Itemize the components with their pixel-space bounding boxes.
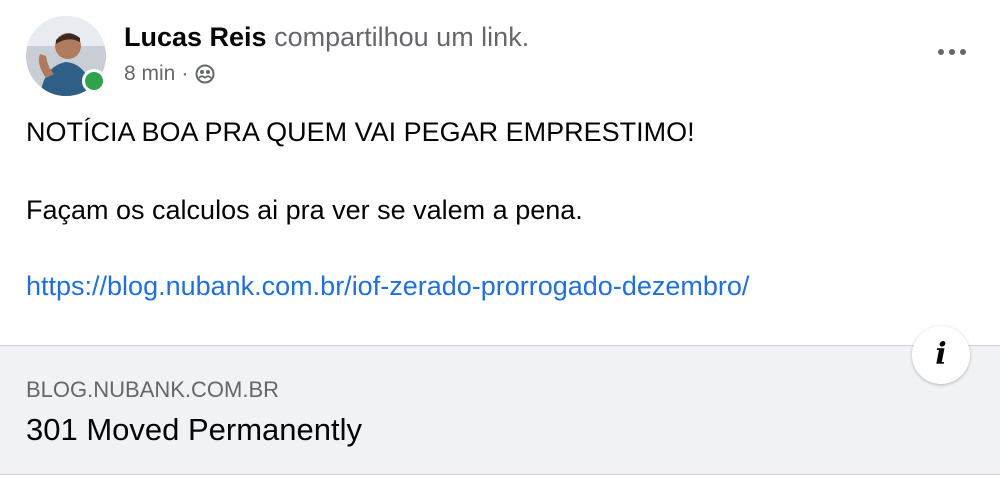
author-line: Lucas Reis compartilhou um link. <box>124 20 529 54</box>
link-preview-title[interactable]: 301 Moved Permanently <box>26 410 362 450</box>
post-meta: 8 min · <box>124 60 216 88</box>
online-status-dot <box>82 69 106 93</box>
link-preview-card[interactable]: BLOG.NUBANK.COM.BR 301 Moved Permanently <box>0 345 1000 475</box>
link-info-button[interactable]: i <box>912 326 970 384</box>
info-icon: i <box>935 337 947 372</box>
more-horizontal-icon <box>938 49 966 55</box>
link-preview-domain: BLOG.NUBANK.COM.BR <box>26 377 280 402</box>
author-name-link[interactable]: Lucas Reis <box>124 22 267 52</box>
post-text-headline: NOTÍCIA BOA PRA QUEM VAI PEGAR EMPRESTIM… <box>26 117 695 147</box>
friends-icon[interactable] <box>194 63 216 85</box>
post-action-text: compartilhou um link. <box>274 22 530 52</box>
post-header: Lucas Reis compartilhou um link. 8 min · <box>26 14 974 98</box>
post-body-link[interactable]: https://blog.nubank.com.br/iof-zerado-pr… <box>26 268 749 304</box>
author-avatar-container[interactable] <box>26 16 106 96</box>
post-timestamp-link[interactable]: 8 min <box>124 60 175 88</box>
feed-post: Lucas Reis compartilhou um link. 8 min · <box>0 0 1000 486</box>
post-text-paragraph: Façam os calculos ai pra ver se valem a … <box>26 195 583 225</box>
more-options-button[interactable] <box>930 30 974 74</box>
meta-separator: · <box>181 62 189 85</box>
